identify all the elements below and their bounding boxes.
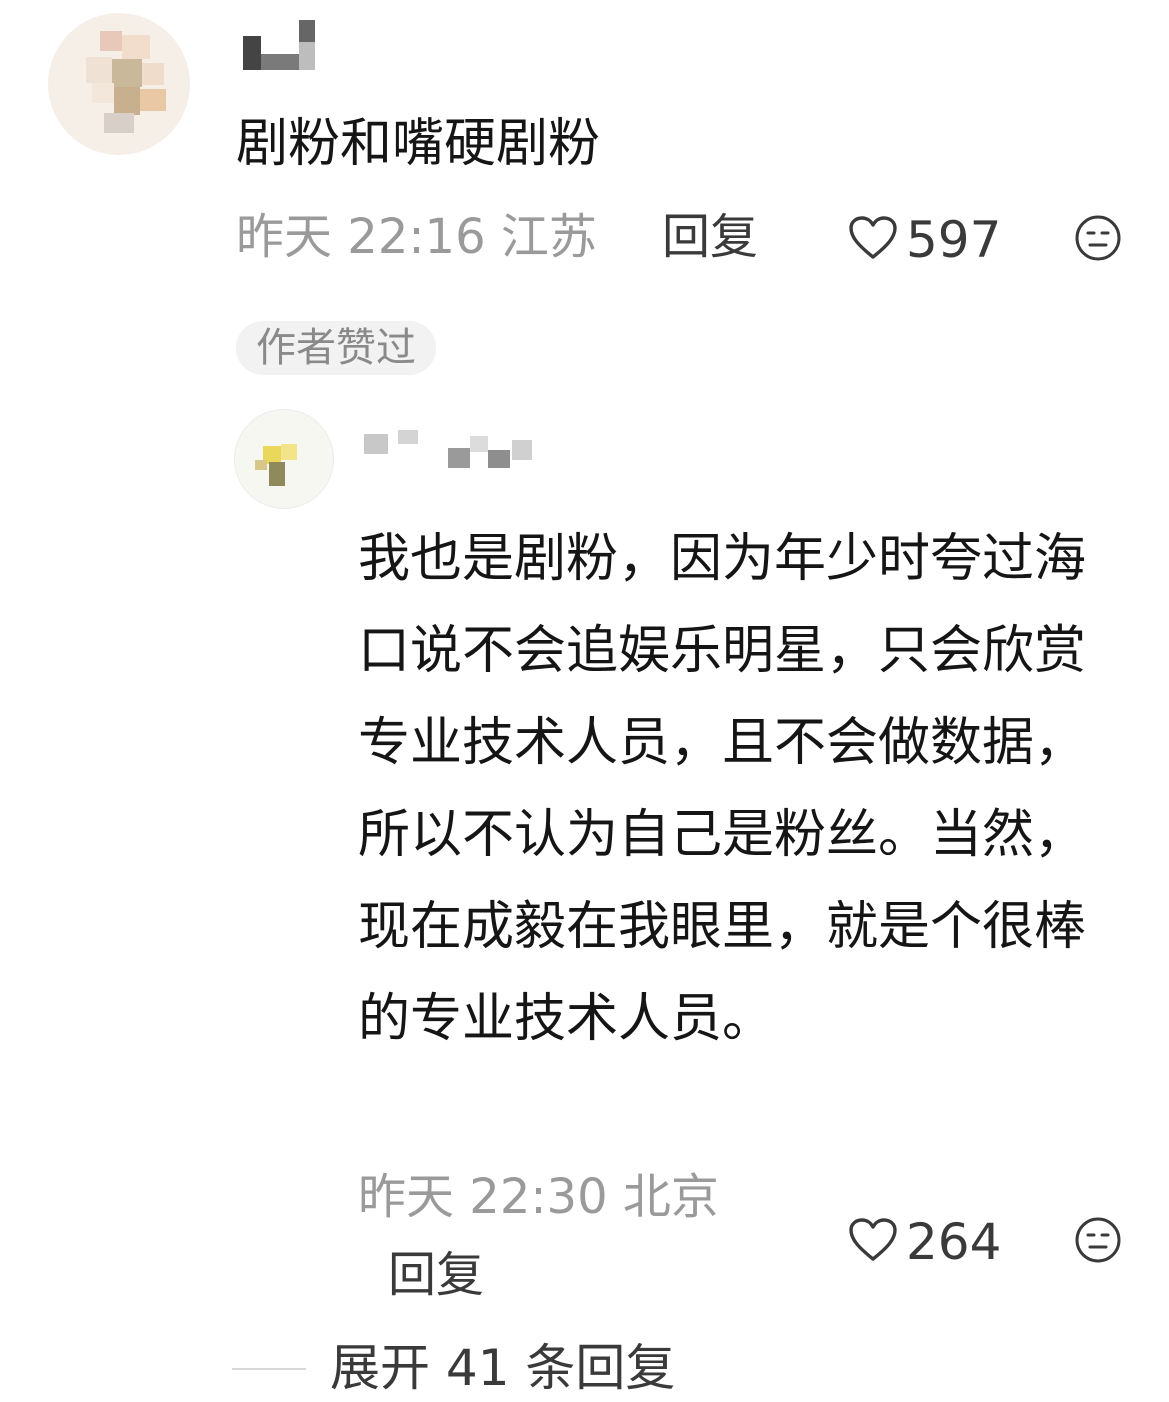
- comment-time: 22:16: [347, 209, 486, 265]
- comment-time: 22:30: [469, 1169, 608, 1225]
- like-count: 597: [906, 211, 1002, 269]
- like-count: 264: [906, 1213, 1002, 1271]
- comment-meta: 昨天 22:16 江苏: [236, 205, 597, 269]
- expressionless-face-icon[interactable]: [1074, 214, 1122, 266]
- comment-text: 剧粉和嘴硬剧粉: [236, 114, 601, 174]
- avatar[interactable]: [48, 13, 190, 155]
- comment-location: 北京: [622, 1169, 719, 1225]
- heart-outline-icon: [848, 1217, 898, 1267]
- author-liked-badge: 作者赞过: [236, 321, 436, 375]
- username-obscured[interactable]: [243, 20, 323, 76]
- comment-meta: 昨天 22:30 北京: [358, 1165, 719, 1229]
- username-obscured[interactable]: [354, 430, 554, 470]
- expand-replies-button[interactable]: 展开 41 条回复: [330, 1334, 675, 1402]
- reply-button[interactable]: 回复: [388, 1243, 484, 1307]
- expressionless-face-icon[interactable]: [1074, 1216, 1122, 1268]
- comment-date: 昨天: [236, 209, 333, 265]
- like-button[interactable]: 264: [848, 1212, 1001, 1272]
- divider: [232, 1368, 306, 1370]
- heart-outline-icon: [848, 215, 898, 265]
- comment-location: 江苏: [500, 209, 597, 265]
- comment-date: 昨天: [358, 1169, 455, 1225]
- avatar[interactable]: [234, 409, 334, 509]
- reply-button[interactable]: 回复: [662, 205, 758, 269]
- comment-text: 我也是剧粉，因为年少时夸过海口说不会追娱乐明星，只会欣赏专业技术人员，且不会做数…: [358, 529, 1087, 1049]
- like-button[interactable]: 597: [848, 210, 1001, 270]
